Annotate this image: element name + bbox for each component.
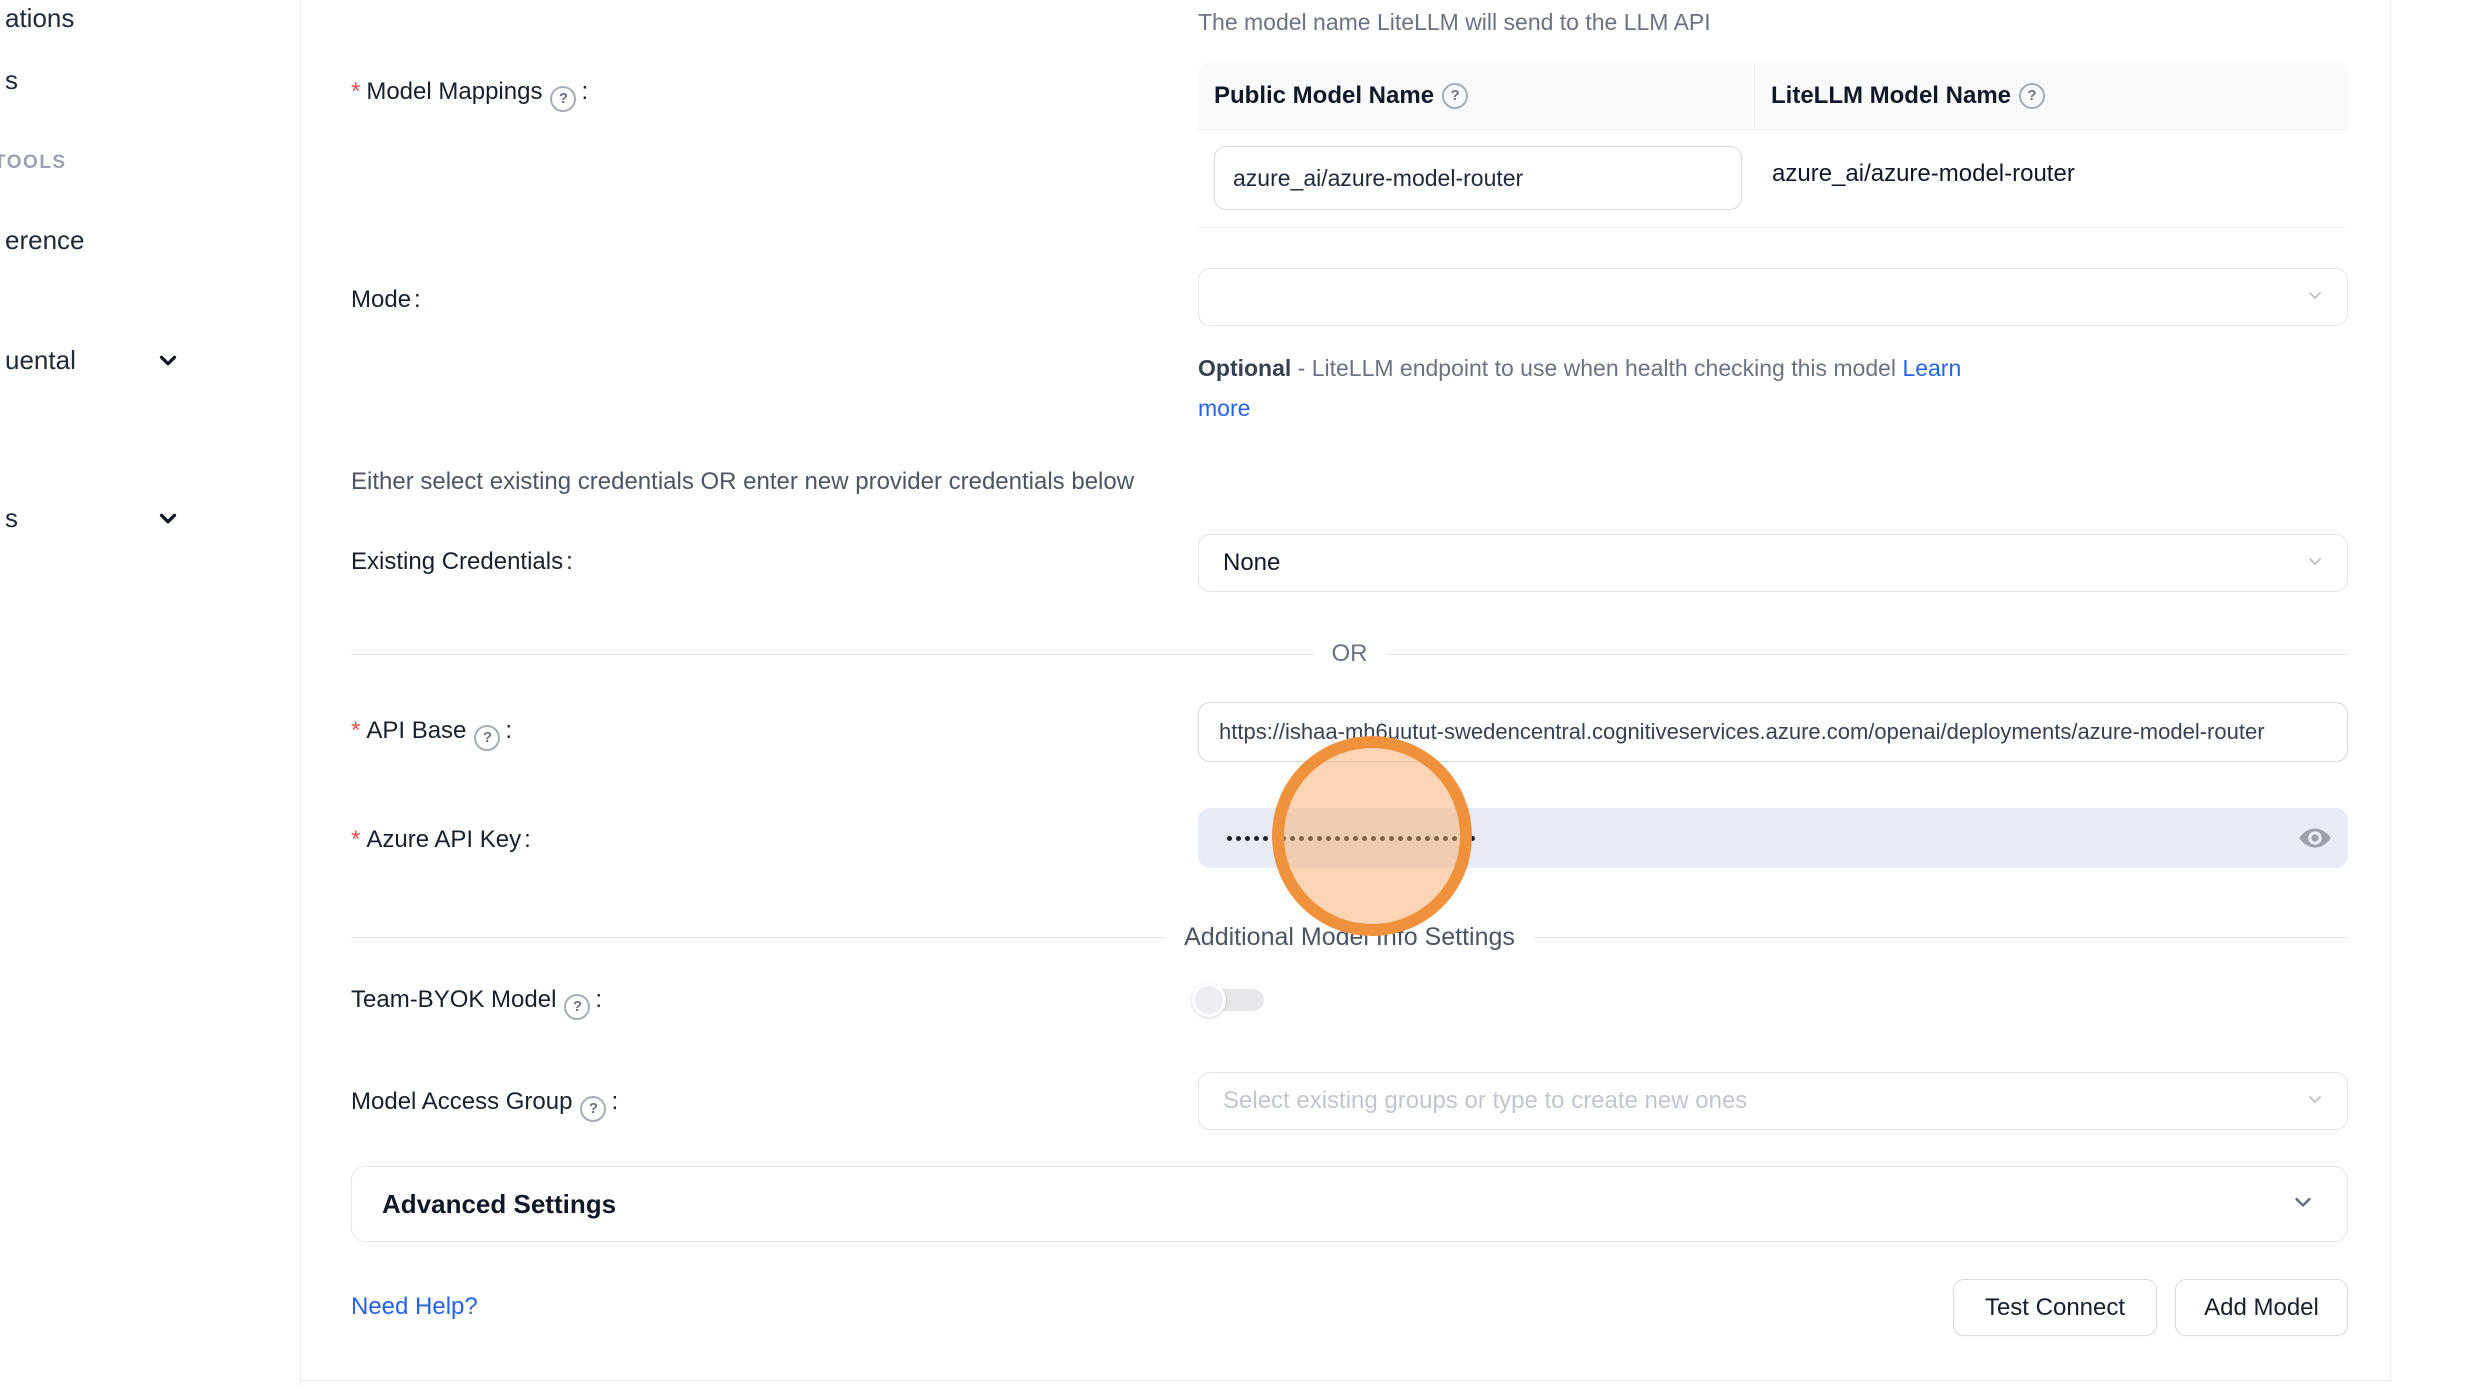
azure-api-key-label: *Azure API Key:: [351, 824, 531, 856]
existing-credentials-select[interactable]: None: [1198, 534, 2348, 592]
test-connect-button[interactable]: Test Connect: [1953, 1279, 2157, 1336]
placeholder-text: Select existing groups or type to create…: [1223, 1087, 1747, 1115]
learn-more-link[interactable]: more: [1198, 395, 1250, 421]
column-header-public-model-name: Public Model Name ?: [1198, 62, 1755, 129]
mode-label: Mode:: [351, 284, 421, 316]
mode-hint-line1: Optional - LiteLLM endpoint to use when …: [1198, 352, 1961, 384]
column-header-label: LiteLLM Model Name: [1771, 82, 2011, 110]
litellm-model-name-cell: azure_ai/azure-model-router: [1755, 130, 2075, 227]
divider-line: [351, 937, 1166, 938]
required-marker: *: [351, 826, 360, 853]
label-text: Existing Credentials: [351, 548, 563, 575]
divider-line: [351, 654, 1314, 655]
divider-line: [1533, 937, 2348, 938]
chevron-down-icon: [155, 347, 181, 381]
additional-settings-divider-text: Additional Model Info Settings: [1166, 923, 1533, 952]
model-mappings-label: *Model Mappings?:: [351, 76, 588, 112]
help-icon[interactable]: ?: [550, 86, 576, 112]
sidebar-divider: [300, 0, 301, 1385]
content-right-border: [2390, 0, 2391, 1381]
api-base-label: *API Base?:: [351, 715, 512, 751]
sidebar-item-clipped-5[interactable]: s: [5, 501, 18, 535]
label-text: Team-BYOK Model: [351, 986, 556, 1013]
sidebar-item-label: s: [5, 65, 18, 95]
hint-text: - LiteLLM endpoint to use when health ch…: [1291, 355, 1902, 381]
api-base-input[interactable]: https://ishaa-mh6uutut-swedencentral.cog…: [1198, 702, 2348, 762]
add-model-button[interactable]: Add Model: [2175, 1279, 2348, 1336]
model-access-group-select[interactable]: Select existing groups or type to create…: [1198, 1072, 2348, 1130]
credentials-note: Either select existing credentials OR en…: [351, 468, 1134, 496]
table-header-row: Public Model Name ? LiteLLM Model Name ?: [1198, 62, 2348, 130]
colon: :: [611, 1088, 618, 1115]
existing-credentials-label: Existing Credentials:: [351, 546, 573, 578]
advanced-settings-title: Advanced Settings: [382, 1189, 616, 1220]
column-header-label: Public Model Name: [1214, 82, 1434, 110]
label-text: Model Mappings: [366, 78, 542, 105]
public-model-name-cell: [1198, 130, 1755, 227]
selected-value: None: [1223, 549, 1280, 577]
toggle-knob: [1192, 983, 1226, 1017]
learn-more-link[interactable]: Learn: [1902, 355, 1961, 381]
or-divider-text: OR: [1314, 640, 1386, 668]
or-divider: OR: [351, 637, 2348, 671]
sidebar-section-label: TOOLS: [0, 152, 67, 173]
label-text: Mode: [351, 286, 411, 313]
sidebar-item-clipped-3[interactable]: erence: [5, 223, 85, 257]
help-icon[interactable]: ?: [474, 725, 500, 751]
mode-select[interactable]: [1198, 268, 2348, 326]
sidebar-item-clipped-2[interactable]: s: [5, 63, 18, 97]
sidebar-section-tools: TOOLS: [0, 150, 67, 176]
mode-hint-line2: more: [1198, 392, 1250, 424]
sidebar-item-label: erence: [5, 225, 85, 255]
colon: :: [566, 548, 573, 575]
chevron-down-icon: [2303, 549, 2327, 578]
sidebar-item-label: uental: [5, 345, 76, 375]
advanced-settings-panel[interactable]: Advanced Settings: [351, 1166, 2348, 1242]
sidebar-item-clipped-1[interactable]: ations: [5, 1, 74, 35]
colon: :: [414, 286, 421, 313]
sidebar-item-clipped-4[interactable]: uental: [5, 343, 76, 377]
required-marker: *: [351, 717, 360, 744]
colon: :: [524, 826, 531, 853]
model-name-hint: The model name LiteLLM will send to the …: [1198, 6, 1711, 38]
required-marker: *: [351, 78, 360, 105]
colon: :: [581, 78, 588, 105]
sidebar-item-label: ations: [5, 3, 74, 33]
sidebar-item-label: s: [5, 503, 18, 533]
azure-api-key-input[interactable]: [1198, 808, 2348, 868]
label-text: Model Access Group: [351, 1088, 572, 1115]
table-row: azure_ai/azure-model-router: [1198, 130, 2348, 228]
additional-settings-divider: Additional Model Info Settings: [351, 920, 2348, 954]
label-text: Azure API Key: [366, 826, 521, 853]
masked-password-dots: [1227, 836, 1475, 841]
divider-line: [1386, 654, 2349, 655]
chevron-down-icon: [2303, 283, 2327, 312]
colon: :: [505, 717, 512, 744]
chevron-down-icon: [2289, 1188, 2317, 1221]
column-header-litellm-model-name: LiteLLM Model Name ?: [1755, 62, 2348, 129]
hint-bold: Optional: [1198, 355, 1291, 381]
chevron-down-icon: [2303, 1087, 2327, 1116]
public-model-name-input[interactable]: [1214, 146, 1742, 210]
need-help-link[interactable]: Need Help?: [351, 1290, 478, 1324]
colon: :: [595, 986, 602, 1013]
help-icon[interactable]: ?: [580, 1096, 606, 1122]
content-bottom-border: [301, 1380, 2390, 1381]
team-byok-label: Team-BYOK Model?:: [351, 984, 602, 1020]
sidebar: ations s TOOLS erence uental s: [0, 0, 300, 1385]
eye-icon[interactable]: [2298, 821, 2332, 860]
chevron-down-icon: [155, 505, 181, 539]
help-icon[interactable]: ?: [2019, 83, 2045, 109]
api-base-value: https://ishaa-mh6uutut-swedencentral.cog…: [1219, 719, 2265, 745]
help-icon[interactable]: ?: [1442, 83, 1468, 109]
help-icon[interactable]: ?: [564, 994, 590, 1020]
team-byok-toggle[interactable]: [1192, 983, 1268, 1017]
label-text: API Base: [366, 717, 466, 744]
model-access-group-label: Model Access Group?:: [351, 1086, 618, 1122]
model-mappings-table: Public Model Name ? LiteLLM Model Name ?…: [1198, 62, 2348, 228]
